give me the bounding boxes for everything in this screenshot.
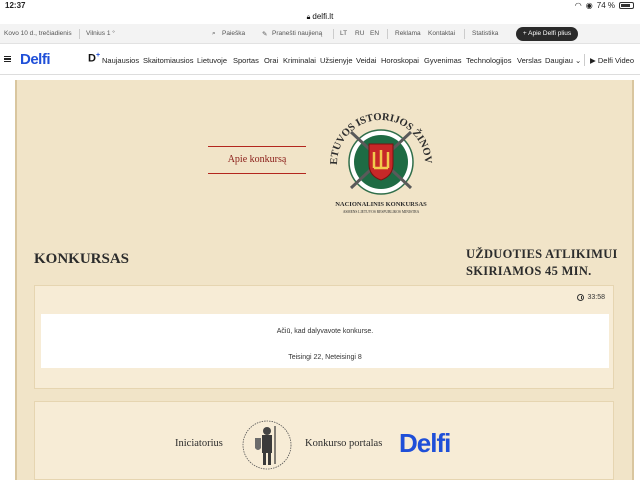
nav-item-orai[interactable]: Orai <box>264 56 278 65</box>
menu-icon[interactable] <box>4 56 11 62</box>
ads-link[interactable]: Reklama <box>395 30 421 37</box>
search-icon[interactable]: ⌕ <box>212 30 216 38</box>
nav-item-sportas[interactable]: Sportas <box>233 56 259 65</box>
delfi-logo[interactable]: Delfi <box>20 51 51 68</box>
portal-label: Konkurso portalas <box>305 438 383 449</box>
url-text: delfi.lt <box>312 12 334 21</box>
knight-leg <box>268 453 271 465</box>
nav-item-lietuvoje[interactable]: Lietuvoje <box>197 56 227 65</box>
divider <box>333 29 334 39</box>
battery-percent: 74 % <box>596 1 615 10</box>
nav-item-verslas[interactable]: Verslas <box>517 56 542 65</box>
address-bar[interactable]: 🔒︎ delfi.lt <box>0 12 640 24</box>
status-right: ◠ ◉ 74 % <box>575 1 634 10</box>
initiator-seal-logo <box>242 420 292 470</box>
quiz-timer: 33:58 <box>577 294 605 301</box>
wifi-icon: ◠ <box>574 1 582 10</box>
divider <box>584 54 585 66</box>
knight-body <box>262 435 272 453</box>
time-limit-line1: UŽDUOTIES ATLIKIMUI <box>466 247 618 261</box>
lang-en-link[interactable]: EN <box>370 30 379 37</box>
play-icon: ▶ <box>590 56 596 65</box>
nav-item-technologijos[interactable]: Technologijos <box>466 56 511 65</box>
contacts-link[interactable]: Kontaktai <box>428 30 455 37</box>
lang-lt-link[interactable]: LT <box>340 30 347 37</box>
utility-bar: Kovo 10 d., trečiadienis Vilnius 1 ° ⌕ P… <box>0 24 640 44</box>
nav-item-uzsienyje[interactable]: Užsienyje <box>320 56 353 65</box>
weather-link[interactable]: Vilnius 1 ° <box>86 30 115 37</box>
delfi-video-link[interactable]: ▶ Delfi Video <box>590 56 634 65</box>
contest-emblem-logo: LIETUVOS ISTORIJOS ŽINOVAS NACIONALINIS … <box>323 102 433 214</box>
knight-head <box>263 427 271 435</box>
nav-item-kriminalai[interactable]: Kriminalai <box>283 56 316 65</box>
status-time: 12:37 <box>5 1 26 10</box>
nav-item-veidai[interactable]: Veidai <box>356 56 376 65</box>
battery-icon <box>619 2 634 9</box>
delfi-plus-logo[interactable]: D+ <box>88 52 100 65</box>
delfi-plus-button[interactable]: + Apie Delfi plius <box>516 27 578 41</box>
status-bar: 12:37 ◠ ◉ 74 % <box>0 0 640 12</box>
nav-item-horoskopai[interactable]: Horoskopai <box>381 56 419 65</box>
main-nav: Delfi D+ Naujausios Skaitomiausios Lietu… <box>0 45 640 75</box>
result-card: Ačiū, kad dalyvavote konkurse. Teisingi … <box>41 314 609 368</box>
stats-link[interactable]: Statistika <box>472 30 498 37</box>
thanks-message: Ačiū, kad dalyvavote konkurse. <box>276 328 374 335</box>
divider <box>387 29 388 39</box>
quiz-title: KONKURSAS <box>34 251 130 267</box>
divider <box>79 29 80 39</box>
date-text: Kovo 10 d., trečiadienis <box>4 30 72 37</box>
nav-item-daugiau[interactable]: Daugiau ⌄ <box>545 56 581 65</box>
delfi-partner-logo[interactable]: Delfi <box>399 428 451 459</box>
lang-ru-link[interactable]: RU <box>355 30 364 37</box>
time-limit-line2: SKIRIAMOS 45 MIN. <box>466 264 592 278</box>
report-news-link[interactable]: Pranešti naujieną <box>272 30 322 37</box>
time-limit-note: UŽDUOTIES ATLIKIMUI SKIRIAMOS 45 MIN. <box>466 246 626 280</box>
divider <box>464 29 465 39</box>
delfi-video-label: Delfi Video <box>597 56 635 65</box>
nav-item-naujausios[interactable]: Naujausios <box>102 56 139 65</box>
nav-item-skaitomiausios[interactable]: Skaitomiausios <box>143 56 193 65</box>
emblem-subtitle-small: ASMENS LIETUVOS RESPUBLIKOS MINISTRA <box>343 210 420 214</box>
orientation-lock-icon: ◉ <box>585 1 593 10</box>
lock-icon: 🔒︎ <box>306 14 311 21</box>
search-link[interactable]: Paieška <box>222 30 245 37</box>
clock-icon <box>577 294 585 301</box>
chevron-down-icon: ⌄ <box>575 56 582 65</box>
edit-icon[interactable]: ✎ <box>262 30 267 38</box>
dplus-letter: D <box>88 52 96 65</box>
nav-item-gyvenimas[interactable]: Gyvenimas <box>424 56 462 65</box>
daugiau-label: Daugiau <box>545 56 573 65</box>
score-summary: Teisingi 22, Neteisingi 8 <box>288 354 362 361</box>
timer-value: 33:58 <box>587 294 605 301</box>
initiator-label: Iniciatorius <box>175 438 223 449</box>
emblem-subtitle: NACIONALINIS KONKURSAS <box>335 201 427 208</box>
partners-section: Iniciatorius Konkurso portalas Delfi <box>34 401 614 480</box>
knight-shield-icon <box>255 438 261 450</box>
about-contest-button[interactable]: Apie konkursą <box>208 146 306 174</box>
quiz-panel: 33:58 Ačiū, kad dalyvavote konkurse. Tei… <box>34 285 614 389</box>
plus-icon: + <box>95 52 101 59</box>
knight-leg <box>263 453 266 465</box>
